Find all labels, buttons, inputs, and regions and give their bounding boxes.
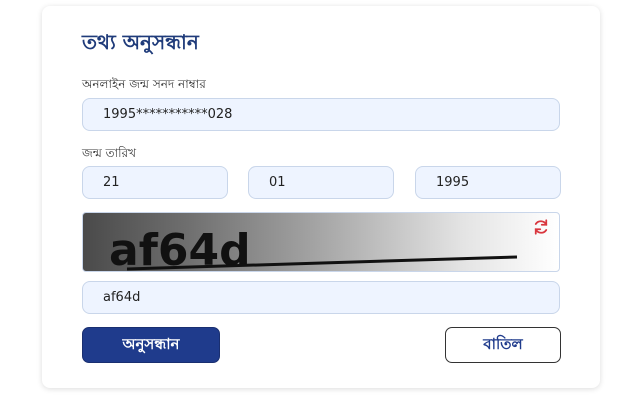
captcha-graphic: af64d <box>109 225 518 271</box>
cancel-button[interactable]: বাতিল <box>445 327 561 363</box>
search-button[interactable]: অনুসন্ধান <box>82 327 220 363</box>
dob-day-input[interactable] <box>82 166 228 199</box>
dob-label: জন্ম তারিখ <box>82 146 137 160</box>
refresh-icon[interactable] <box>531 217 551 237</box>
captcha-input[interactable] <box>82 281 560 314</box>
birth-reg-input[interactable] <box>82 98 560 131</box>
captcha-image: af64d <box>82 212 560 272</box>
dob-year-input[interactable] <box>415 166 561 199</box>
dob-month-input[interactable] <box>248 166 394 199</box>
page-title: তথ্য অনুসন্ধান <box>82 30 199 54</box>
search-card: তথ্য অনুসন্ধান অনলাইন জন্ম সনদ নাম্বার জ… <box>42 6 600 388</box>
birth-reg-label: অনলাইন জন্ম সনদ নাম্বার <box>82 77 206 91</box>
